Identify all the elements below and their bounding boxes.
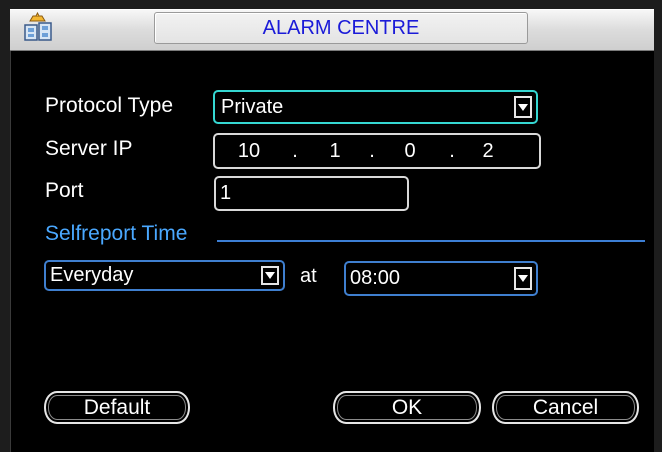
- ip-separator: .: [449, 139, 455, 162]
- ip-octet-3[interactable]: 0: [390, 135, 430, 167]
- selfreport-frequency-select[interactable]: Everyday: [44, 260, 285, 291]
- selfreport-frequency-value: Everyday: [50, 264, 134, 286]
- protocol-type-select[interactable]: Private: [213, 90, 538, 124]
- default-button[interactable]: Default: [44, 391, 190, 424]
- cancel-button[interactable]: Cancel: [492, 391, 639, 424]
- ip-octet-2[interactable]: 1: [315, 135, 355, 167]
- ip-octet-4[interactable]: 2: [468, 135, 508, 167]
- ip-separator: .: [292, 139, 298, 162]
- ip-octet-1[interactable]: 10: [229, 135, 269, 167]
- alarm-centre-app-icon: [22, 11, 54, 44]
- server-ip-input[interactable]: 10 . 1 . 0 . 2: [213, 133, 541, 169]
- window-title: ALARM CENTRE: [154, 12, 528, 44]
- server-ip-label: Server IP: [45, 137, 133, 160]
- ok-button[interactable]: OK: [333, 391, 481, 424]
- chevron-down-icon[interactable]: [514, 96, 532, 118]
- section-divider: [217, 240, 645, 242]
- port-value: 1: [220, 182, 232, 204]
- protocol-type-label: Protocol Type: [45, 94, 174, 117]
- chevron-down-icon[interactable]: [514, 267, 532, 290]
- ip-separator: .: [369, 139, 375, 162]
- selfreport-time-select[interactable]: 08:00: [344, 261, 538, 296]
- selfreport-time-label: Selfreport Time: [45, 222, 188, 245]
- selfreport-time-value: 08:00: [350, 267, 401, 289]
- port-input[interactable]: 1: [214, 176, 409, 211]
- chevron-down-icon[interactable]: [261, 266, 279, 285]
- at-label: at: [300, 265, 317, 287]
- port-label: Port: [45, 179, 84, 202]
- protocol-type-value: Private: [221, 95, 284, 118]
